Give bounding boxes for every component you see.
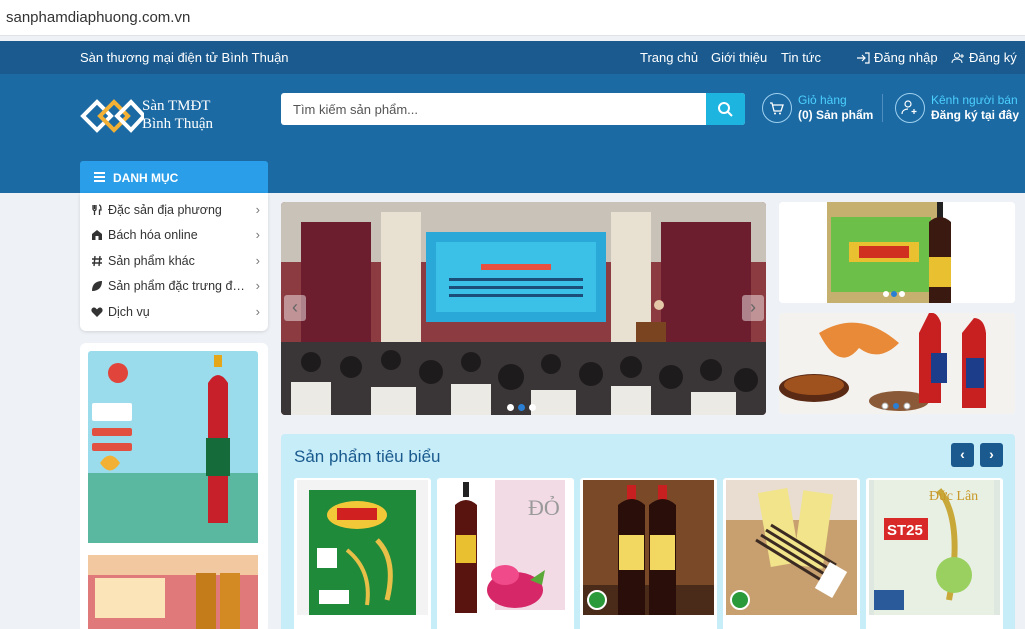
cart-label: Giỏ hàng [798, 93, 847, 107]
browser-url-bar[interactable]: sanphamdiaphuong.com.vn [0, 0, 1025, 36]
add-user-icon [951, 52, 964, 64]
search-input[interactable] [281, 93, 705, 125]
utensils-icon [92, 204, 102, 215]
search-icon [718, 102, 733, 117]
category-heading: DANH MỤC [113, 171, 179, 185]
right-ad-top[interactable] [779, 202, 1015, 303]
sauce-dishes-ad-image [779, 313, 1015, 414]
carousel-dots[interactable] [505, 398, 538, 415]
menu-icon [94, 172, 105, 184]
chevron-right-icon: › [255, 278, 260, 293]
fish-sauce-bottles-image [583, 480, 714, 615]
login-link[interactable]: Đăng nhập [856, 50, 938, 65]
fish-sauce-ad-image [779, 202, 1015, 303]
incense-sticks-image [726, 480, 857, 615]
category-label: Bách hóa online [108, 228, 198, 242]
logo-diamonds-icon [80, 99, 147, 133]
category-menu-toggle[interactable]: DANH MỤC [80, 161, 268, 193]
category-item-services[interactable]: Dịch vụ › [80, 300, 268, 325]
category-label: Sản phẩm đặc trưng địa phương [108, 279, 246, 293]
side-promo-images[interactable] [80, 343, 268, 629]
site-logo[interactable]: Sàn TMĐT Bình Thuận [80, 94, 230, 139]
seller-channel-link[interactable]: Kênh người bán Đăng ký tại đây [895, 93, 1020, 125]
category-item-other-products[interactable]: Sản phẩm khác › [80, 249, 268, 274]
category-label: Dịch vụ [108, 305, 150, 319]
register-link[interactable]: Đăng ký [951, 50, 1017, 65]
category-item-local-specialty[interactable]: Đặc sản địa phương › [80, 198, 268, 223]
category-label: Đặc sản địa phương [108, 203, 222, 217]
rice-bag-image [297, 480, 428, 615]
svg-text:ĐỎ: ĐỎ [528, 495, 560, 520]
product-card[interactable] [294, 478, 431, 629]
seller-icon [895, 93, 925, 123]
site-tagline: Sàn thương mại điện tử Bình Thuận [80, 50, 289, 65]
search-box [281, 93, 745, 125]
chevron-right-icon: › [255, 253, 260, 268]
url-text[interactable]: sanphamdiaphuong.com.vn [6, 9, 190, 26]
search-button[interactable] [706, 93, 745, 125]
category-list: Đặc sản địa phương › Bách hóa online › S… [80, 193, 268, 331]
category-label: Sản phẩm khác [108, 254, 195, 268]
logo-line1: Sàn TMĐT [142, 98, 211, 114]
nav-home[interactable]: Trang chủ [640, 50, 698, 65]
category-item-characteristic-products[interactable]: Sản phẩm đặc trưng địa phương › [80, 274, 268, 299]
side-promo-panel [80, 343, 268, 629]
logo-line2: Bình Thuận [142, 116, 213, 132]
seller-register: Đăng ký tại đây [931, 108, 1020, 122]
carousel-next-button[interactable]: › [742, 295, 764, 321]
header-divider [882, 94, 883, 122]
hashtag-icon [92, 255, 102, 267]
heart-icon [91, 307, 103, 317]
conference-photo [281, 202, 766, 415]
register-label: Đăng ký [969, 50, 1017, 65]
section-title: Sản phẩm tiêu biểu [294, 447, 441, 466]
product-card[interactable] [723, 478, 860, 629]
category-item-online-grocery[interactable]: Bách hóa online › [80, 223, 268, 248]
hero-carousel[interactable]: ‹ › [281, 202, 766, 415]
carousel-prev-button[interactable]: ‹ [284, 295, 306, 321]
nav-news[interactable]: Tin tức [781, 50, 821, 65]
top-bar: Sàn thương mại điện tử Bình Thuận Trang … [0, 41, 1025, 74]
product-card[interactable]: ST25 Đức Lân [866, 478, 1003, 629]
leaf-icon [92, 281, 102, 291]
chevron-right-icon: › [255, 202, 260, 217]
login-icon [857, 52, 870, 64]
seller-label: Kênh người bán [931, 93, 1018, 107]
st25-rice-image: ST25 Đức Lân [869, 480, 1000, 615]
chevron-right-icon: › [255, 227, 260, 242]
nav-about[interactable]: Giới thiệu [711, 50, 767, 65]
dragon-fruit-sauce-image: ĐỎ [440, 480, 571, 615]
svg-text:ST25: ST25 [887, 522, 923, 539]
cart-link[interactable]: Giỏ hàng (0) Sản phẩm [762, 93, 877, 125]
featured-products-section: Sản phẩm tiêu biểu ‹ › ĐỎ ST25 Đức Lân [281, 434, 1015, 629]
product-card[interactable] [580, 478, 717, 629]
product-card[interactable]: ĐỎ [437, 478, 574, 629]
featured-next-button[interactable]: › [980, 443, 1003, 467]
cart-count: (0) Sản phẩm [798, 108, 874, 122]
svg-text:Đức Lân: Đức Lân [929, 489, 978, 504]
featured-prev-button[interactable]: ‹ [951, 443, 974, 467]
login-label: Đăng nhập [874, 50, 938, 65]
chevron-right-icon: › [255, 304, 260, 319]
cart-icon [762, 93, 792, 123]
right-ad-bottom[interactable] [779, 313, 1015, 414]
store-icon [92, 230, 102, 240]
